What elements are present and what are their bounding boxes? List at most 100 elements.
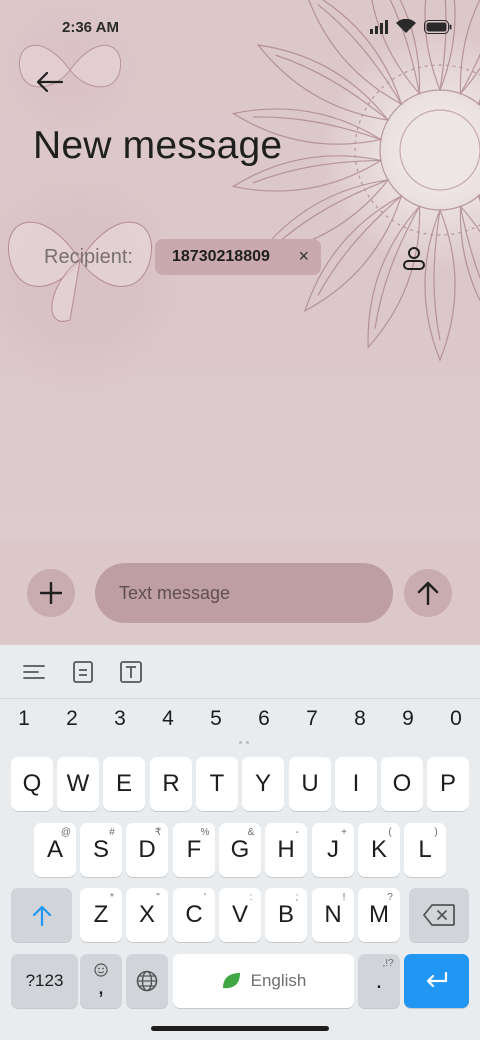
key-s-hint: # bbox=[109, 827, 115, 838]
mandala-decoration bbox=[229, 0, 480, 361]
key-b-hint: ; bbox=[295, 892, 299, 903]
key-v[interactable]: :V bbox=[219, 888, 261, 942]
recipient-chip[interactable]: 18730218809 × bbox=[155, 239, 321, 275]
key-j[interactable]: + J bbox=[312, 823, 354, 877]
space-bar-content: English bbox=[221, 971, 307, 991]
key-k-label: K bbox=[370, 836, 387, 863]
text-format-icon[interactable] bbox=[118, 659, 144, 685]
space-bar[interactable]: English bbox=[173, 954, 354, 1008]
plus-icon bbox=[40, 582, 62, 604]
page-dots bbox=[234, 741, 254, 747]
home-indicator[interactable] bbox=[151, 1026, 329, 1031]
key-3[interactable]: 3 bbox=[100, 707, 140, 731]
emoji-icon bbox=[94, 963, 108, 977]
key-y-label: Y bbox=[254, 770, 271, 797]
wifi-icon bbox=[396, 19, 416, 33]
key-d[interactable]: ₹ D bbox=[126, 823, 168, 877]
key-v-hint: : bbox=[249, 892, 253, 903]
key-p[interactable]: P bbox=[427, 757, 469, 811]
number-row: 1 2 3 4 5 6 7 8 9 0 bbox=[0, 707, 480, 741]
key-7[interactable]: 7 bbox=[292, 707, 332, 731]
key-f-label: F bbox=[186, 836, 202, 863]
enter-key[interactable] bbox=[404, 954, 469, 1008]
key-9[interactable]: 9 bbox=[388, 707, 428, 731]
recipient-label: Recipient: bbox=[44, 246, 133, 268]
key-q[interactable]: Q bbox=[11, 757, 53, 811]
key-z-label: Z bbox=[93, 901, 109, 928]
key-c-hint: ' bbox=[204, 892, 206, 903]
key-0[interactable]: 0 bbox=[436, 707, 476, 731]
symbols-key[interactable]: ?123 bbox=[11, 954, 78, 1008]
clipboard-icon[interactable] bbox=[70, 659, 96, 685]
key-l-hint: ) bbox=[434, 827, 438, 838]
signal-icon bbox=[370, 19, 388, 34]
key-m[interactable]: ? M bbox=[358, 888, 400, 942]
key-z[interactable]: * Z bbox=[80, 888, 122, 942]
key-e[interactable]: E bbox=[103, 757, 145, 811]
space-bar-label: English bbox=[250, 971, 307, 990]
key-j-label: J bbox=[327, 836, 339, 863]
key-6[interactable]: 6 bbox=[244, 707, 284, 731]
key-h[interactable]: -H bbox=[265, 823, 307, 877]
key-g-label: G bbox=[230, 836, 250, 863]
key-a[interactable]: @ A bbox=[34, 823, 76, 877]
key-e-label: E bbox=[115, 770, 132, 797]
key-n[interactable]: ! N bbox=[312, 888, 354, 942]
backspace-key[interactable] bbox=[409, 888, 469, 942]
period-key[interactable]: ,!? . bbox=[358, 954, 400, 1008]
status-icons bbox=[370, 19, 452, 34]
message-input[interactable] bbox=[95, 563, 393, 623]
key-j-hint: + bbox=[341, 827, 347, 838]
align-icon[interactable] bbox=[21, 659, 47, 685]
back-button[interactable] bbox=[30, 62, 70, 102]
key-t-label: T bbox=[209, 770, 225, 797]
key-y[interactable]: Y bbox=[242, 757, 284, 811]
emoji-comma-key[interactable]: , bbox=[80, 954, 122, 1008]
key-p-label: P bbox=[439, 770, 456, 797]
key-u[interactable]: U bbox=[289, 757, 331, 811]
key-1[interactable]: 1 bbox=[4, 707, 44, 731]
add-attachment-button[interactable] bbox=[27, 569, 75, 617]
key-l[interactable]: ) L bbox=[404, 823, 446, 877]
key-f[interactable]: % F bbox=[173, 823, 215, 877]
key-b[interactable]: ; B bbox=[265, 888, 307, 942]
key-c[interactable]: ' C bbox=[173, 888, 215, 942]
status-time: 2:36 AM bbox=[62, 19, 119, 36]
key-k[interactable]: (K bbox=[358, 823, 400, 877]
key-g[interactable]: & G bbox=[219, 823, 261, 877]
chip-remove-button[interactable]: × bbox=[298, 246, 309, 267]
key-o-label: O bbox=[392, 770, 412, 797]
key-a-label: A bbox=[46, 836, 63, 863]
shift-key[interactable] bbox=[11, 888, 72, 942]
language-key[interactable] bbox=[126, 954, 168, 1008]
key-l-label: L bbox=[418, 836, 432, 863]
globe-icon bbox=[136, 970, 158, 992]
key-r[interactable]: R bbox=[150, 757, 192, 811]
composer-bar bbox=[0, 540, 480, 645]
key-h-label: H bbox=[277, 836, 295, 863]
key-n-hint: ! bbox=[342, 892, 346, 903]
key-8[interactable]: 8 bbox=[340, 707, 380, 731]
leaf-icon bbox=[222, 973, 240, 989]
key-5[interactable]: 5 bbox=[196, 707, 236, 731]
key-a-hint: @ bbox=[60, 827, 72, 838]
send-button[interactable] bbox=[404, 569, 452, 617]
key-i[interactable]: I bbox=[335, 757, 377, 811]
backspace-icon bbox=[423, 904, 455, 926]
key-x[interactable]: " X bbox=[126, 888, 168, 942]
key-z-hint: * bbox=[110, 892, 114, 903]
key-u-label: U bbox=[301, 770, 319, 797]
key-q-label: Q bbox=[22, 770, 42, 797]
key-4[interactable]: 4 bbox=[148, 707, 188, 731]
key-s[interactable]: # S bbox=[80, 823, 122, 877]
key-d-hint: ₹ bbox=[154, 827, 162, 838]
key-t[interactable]: T bbox=[196, 757, 238, 811]
select-contact-button[interactable] bbox=[396, 240, 432, 276]
key-o[interactable]: O bbox=[381, 757, 423, 811]
on-screen-keyboard: 1 2 3 4 5 6 7 8 9 0 Q W E R T Y U I O P … bbox=[0, 645, 480, 1040]
key-k-hint: ( bbox=[388, 827, 392, 838]
arrow-up-icon bbox=[417, 581, 439, 605]
key-2[interactable]: 2 bbox=[52, 707, 92, 731]
key-w[interactable]: W bbox=[57, 757, 99, 811]
person-icon bbox=[403, 247, 425, 270]
